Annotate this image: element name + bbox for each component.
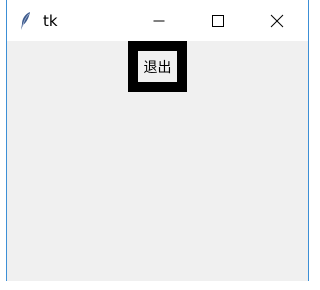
app-window: tk 退出 bbox=[6, 0, 309, 281]
tk-feather-icon bbox=[19, 11, 33, 31]
exit-button-border: 退出 bbox=[128, 41, 187, 92]
title-bar[interactable]: tk bbox=[7, 0, 308, 41]
window-content: 退出 bbox=[7, 41, 308, 281]
minimize-icon bbox=[153, 20, 165, 21]
window-title: tk bbox=[43, 12, 58, 30]
close-button[interactable] bbox=[254, 0, 300, 41]
maximize-icon bbox=[212, 14, 224, 27]
minimize-button[interactable] bbox=[136, 0, 182, 41]
maximize-button[interactable] bbox=[195, 0, 241, 41]
close-icon bbox=[270, 14, 284, 27]
exit-button[interactable]: 退出 bbox=[138, 51, 177, 82]
